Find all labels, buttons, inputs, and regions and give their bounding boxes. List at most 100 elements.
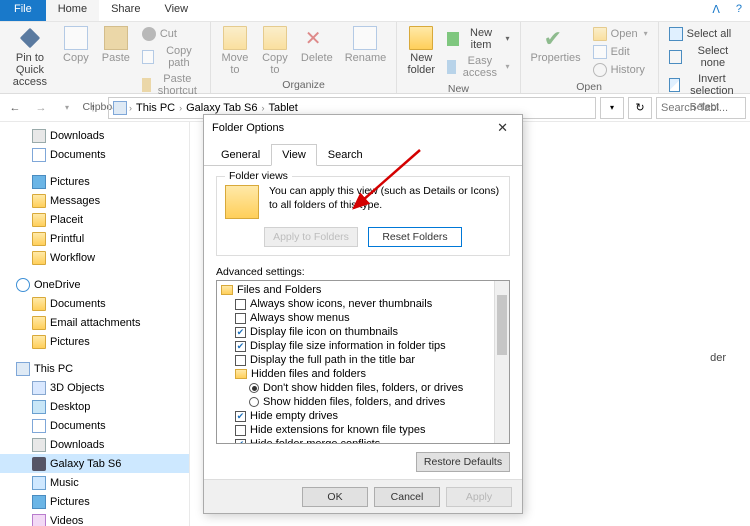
new-folder-button[interactable]: New folder [401,24,441,78]
easy-access-button[interactable]: Easy access▾ [445,54,511,80]
checkbox-icon[interactable] [235,355,246,366]
cancel-button[interactable]: Cancel [374,487,440,507]
videos-icon [32,514,46,526]
crumb-tablet[interactable]: Tablet [266,102,299,114]
forward-button[interactable]: → [30,97,52,119]
apply-button[interactable]: Apply [446,487,512,507]
checkbox-icon[interactable]: ✔ [235,341,246,352]
refresh-button[interactable]: ▾ [600,97,624,119]
paste-shortcut-button[interactable]: Paste shortcut [140,72,202,98]
file-menu[interactable]: File [0,0,46,21]
tree-od-pictures[interactable]: Pictures [0,332,189,351]
group-label: New [448,82,469,97]
adv-option[interactable]: ✔Hide empty drives [221,409,507,423]
dialog-titlebar[interactable]: Folder Options ✕ [204,115,522,141]
tree-3d-objects[interactable]: 3D Objects [0,378,189,397]
adv-option[interactable]: Hide extensions for known file types [221,423,507,437]
up-button[interactable]: ↑ [82,97,104,119]
edit-icon [593,45,607,59]
help-icon[interactable]: ? [728,0,750,21]
tree-this-pc[interactable]: This PC [0,359,189,378]
radio-icon[interactable] [249,383,259,393]
checkbox-icon[interactable]: ✔ [235,327,246,338]
group-label: Organize [282,78,325,93]
adv-option[interactable]: Display the full path in the title bar [221,353,507,367]
tab-search[interactable]: Search [317,144,374,166]
select-none-button[interactable]: Select none [667,44,742,70]
reset-folders-button[interactable]: Reset Folders [368,227,462,247]
recent-button[interactable]: ▾ [56,97,78,119]
nav-tree[interactable]: Downloads Documents Pictures Messages Pl… [0,122,190,526]
tab-view[interactable]: View [271,144,317,166]
new-item-button[interactable]: New item▾ [445,26,511,52]
tree-galaxy-tab[interactable]: Galaxy Tab S6 [0,454,189,473]
invert-selection-button[interactable]: Invert selection [667,72,742,98]
open-button[interactable]: Open▾ [591,26,650,42]
tab-share[interactable]: Share [99,0,152,21]
checkbox-icon[interactable] [235,299,246,310]
adv-option[interactable]: ✔Display file icon on thumbnails [221,325,507,339]
adv-option[interactable]: ✔Display file size information in folder… [221,339,507,353]
advanced-settings-list[interactable]: Files and Folders Always show icons, nev… [216,280,510,444]
tree-music[interactable]: Music [0,473,189,492]
checkbox-icon[interactable]: ✔ [235,411,246,422]
tree-placeit[interactable]: Placeit [0,210,189,229]
tree-workflow[interactable]: Workflow [0,248,189,267]
tree-printful[interactable]: Printful [0,229,189,248]
tree-desktop[interactable]: Desktop [0,397,189,416]
copy-path-button[interactable]: Copy path [140,44,202,70]
adv-radio[interactable]: Don't show hidden files, folders, or dri… [221,381,507,395]
scrollbar[interactable] [494,281,509,443]
select-all-button[interactable]: Select all [667,26,742,42]
tree-documents[interactable]: Documents [0,145,189,164]
ok-button[interactable]: OK [302,487,368,507]
refresh-button-2[interactable]: ↻ [628,97,652,119]
group-organize: Move to Copy to ✕Delete Rename Organize [211,22,397,93]
move-to-icon [223,26,247,50]
adv-radio[interactable]: Show hidden files, folders, and drives [221,395,507,409]
easy-access-icon [447,60,456,74]
restore-defaults-button[interactable]: Restore Defaults [416,452,510,472]
tab-general[interactable]: General [210,144,271,166]
pin-to-quick-access-button[interactable]: Pin to Quick access [4,24,56,90]
tab-view[interactable]: View [152,0,200,21]
back-button[interactable]: ← [4,97,26,119]
delete-icon: ✕ [305,26,329,50]
scrollbar-thumb[interactable] [497,295,507,355]
search-input[interactable]: Search Tabl... [656,97,746,119]
crumb-this-pc[interactable]: This PC [134,102,177,114]
close-icon[interactable]: ✕ [491,118,514,138]
checkbox-icon[interactable] [235,313,246,324]
move-to-button[interactable]: Move to [215,24,255,78]
apply-to-folders-button[interactable]: Apply to Folders [264,227,358,247]
radio-icon[interactable] [249,397,259,407]
tree-onedrive[interactable]: OneDrive [0,275,189,294]
adv-option[interactable]: Always show icons, never thumbnails [221,297,507,311]
tree-messages[interactable]: Messages [0,191,189,210]
edit-button[interactable]: Edit [591,44,650,60]
paste-button[interactable]: Paste [96,24,136,66]
adv-option[interactable]: Always show menus [221,311,507,325]
delete-button[interactable]: ✕Delete [295,24,339,66]
history-button[interactable]: History [591,62,650,78]
copy-to-button[interactable]: Copy to [255,24,295,78]
tree-videos[interactable]: Videos [0,511,189,526]
copy-button[interactable]: Copy [56,24,96,66]
tree-pictures[interactable]: Pictures [0,172,189,191]
tab-home[interactable]: Home [46,0,99,21]
tree-od-email[interactable]: Email attachments [0,313,189,332]
checkbox-icon[interactable] [235,425,246,436]
tree-pc-downloads[interactable]: Downloads [0,435,189,454]
checkbox-icon[interactable]: ✔ [235,439,246,445]
rename-icon [353,26,377,50]
tree-pc-documents[interactable]: Documents [0,416,189,435]
adv-option[interactable]: ✔Hide folder merge conflicts [221,437,507,444]
crumb-galaxy[interactable]: Galaxy Tab S6 [184,102,259,114]
properties-button[interactable]: ✔Properties [525,24,587,66]
rename-button[interactable]: Rename [339,24,393,66]
tree-od-documents[interactable]: Documents [0,294,189,313]
ribbon-collapse-icon[interactable]: ᐱ [704,0,728,21]
tree-pc-pictures[interactable]: Pictures [0,492,189,511]
tree-downloads[interactable]: Downloads [0,126,189,145]
cut-button[interactable]: Cut [140,26,202,42]
